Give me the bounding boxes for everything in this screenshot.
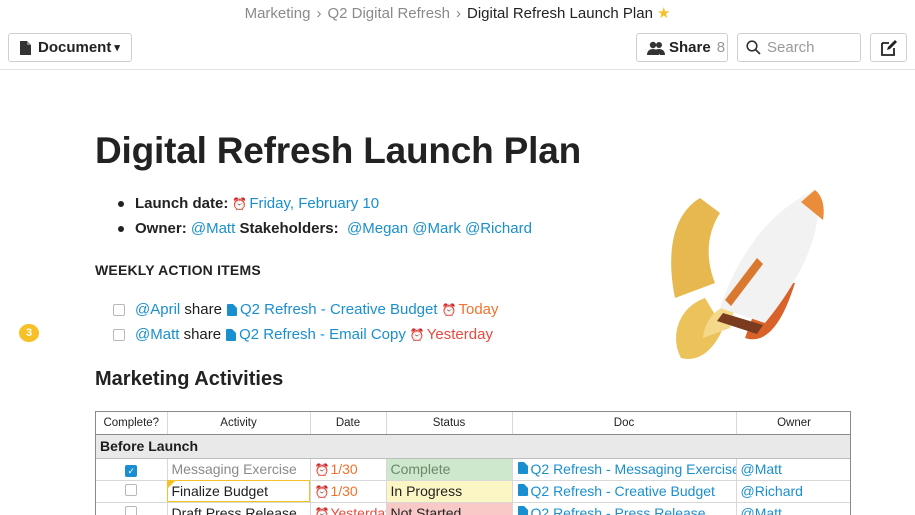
column-header-complete[interactable]: Complete?: [96, 412, 168, 435]
breadcrumb-marketing[interactable]: Marketing: [245, 5, 311, 22]
breadcrumb-q2-digital-refresh[interactable]: Q2 Digital Refresh: [327, 5, 450, 22]
task-checkbox[interactable]: [113, 328, 125, 341]
doc-cell[interactable]: Q2 Refresh - Creative Budget: [512, 480, 737, 503]
launch-date-label: Launch date: [135, 195, 224, 212]
rocket-illustration: [671, 190, 824, 359]
table-header-row: Complete? Activity Date Status Doc Owner: [96, 412, 850, 435]
document-icon: [226, 303, 237, 316]
document-menu-label: Document: [38, 39, 112, 56]
checkbox-unchecked-icon[interactable]: [125, 484, 138, 496]
stakeholder-mention[interactable]: @Richard: [465, 220, 532, 237]
stakeholder-mention[interactable]: @Mark: [412, 220, 461, 237]
share-count: 8: [716, 39, 726, 56]
checkbox-unchecked-icon[interactable]: [125, 506, 138, 515]
marketing-activities-heading: Marketing Activities: [95, 368, 284, 390]
doc-cell[interactable]: Q2 Refresh - Messaging Exercise: [512, 458, 737, 481]
table-row: Finalize Budget ⏰1/30 In Progress Q2 Ref…: [96, 480, 850, 503]
breadcrumb-separator-icon: ›: [316, 5, 322, 22]
toolbar-divider: [0, 69, 915, 70]
alarm-clock-icon: ⏰: [314, 507, 330, 515]
task-mention[interactable]: @Matt: [135, 326, 179, 343]
weekly-action-items-heading: WEEKLY ACTION ITEMS: [95, 262, 261, 278]
document-icon: [517, 506, 528, 515]
alarm-clock-icon: ⏰: [314, 463, 330, 477]
column-header-activity[interactable]: Activity: [167, 412, 311, 435]
stakeholder-mention[interactable]: @Megan: [347, 220, 408, 237]
doc-cell[interactable]: Q2 Refresh - Press Release: [512, 502, 737, 515]
status-cell[interactable]: Not Started: [386, 502, 513, 515]
task-due-date[interactable]: Yesterday: [427, 326, 493, 343]
date-cell[interactable]: ⏰1/30: [310, 480, 387, 503]
status-cell[interactable]: Complete: [386, 458, 513, 481]
date-cell[interactable]: ⏰Yesterday: [310, 502, 387, 515]
owner-cell[interactable]: @Matt: [736, 502, 850, 515]
edit-button[interactable]: [870, 33, 907, 62]
star-icon[interactable]: ★: [657, 5, 670, 22]
alarm-clock-icon: ⏰: [232, 196, 248, 211]
alarm-clock-icon: ⏰: [441, 302, 457, 317]
table-group-row: Before Launch: [96, 434, 850, 459]
group-label: Before Launch: [96, 434, 850, 459]
complete-cell[interactable]: [96, 502, 168, 515]
search-icon: [746, 40, 761, 55]
chevron-down-icon: ▾: [114, 42, 120, 54]
bullet-icon: [118, 200, 124, 207]
column-header-status[interactable]: Status: [386, 412, 513, 435]
complete-cell[interactable]: ✓: [96, 458, 168, 481]
breadcrumb: Marketing › Q2 Digital Refresh › Digital Ref…: [0, 4, 915, 22]
document-icon: [226, 328, 237, 341]
people-icon: [647, 41, 665, 55]
document-icon: [517, 462, 528, 474]
activities-table: Complete? Activity Date Status Doc Owner…: [95, 411, 851, 515]
date-cell[interactable]: ⏰1/30: [310, 458, 387, 481]
share-button[interactable]: Share 8: [636, 33, 728, 62]
task-doc-link[interactable]: Q2 Refresh - Email Copy: [239, 326, 406, 343]
status-cell[interactable]: In Progress: [386, 480, 513, 503]
document-menu-button[interactable]: Document ▾: [8, 33, 132, 62]
breadcrumb-separator-icon: ›: [456, 5, 461, 22]
stakeholders-label: Stakeholders: [239, 220, 334, 237]
task-verb: share: [183, 326, 222, 343]
comment-count-badge[interactable]: 3: [19, 324, 39, 342]
activity-cell[interactable]: Draft Press Release: [167, 502, 311, 515]
search-box[interactable]: [737, 33, 861, 62]
activity-cell[interactable]: Finalize Budget: [167, 480, 311, 503]
table-row: ✓ Messaging Exercise ⏰1/30 Complete Q2 R…: [96, 458, 850, 481]
task-list: @April share Q2 Refresh - Creative Budge…: [113, 297, 499, 347]
document-icon: [20, 40, 31, 55]
breadcrumb-current: Digital Refresh Launch Plan: [467, 5, 653, 22]
table-row: Draft Press Release ⏰Yesterday Not Start…: [96, 502, 850, 515]
document-icon: [517, 484, 528, 496]
bullet-icon: [118, 225, 124, 232]
column-header-date[interactable]: Date: [310, 412, 387, 435]
task-item: @Matt share Q2 Refresh - Email Copy ⏰ Ye…: [113, 322, 499, 347]
page-title: Digital Refresh Launch Plan: [95, 130, 581, 171]
task-item: @April share Q2 Refresh - Creative Budge…: [113, 297, 499, 322]
share-label: Share: [669, 39, 711, 56]
task-due-date[interactable]: Today: [458, 301, 498, 318]
task-verb: share: [184, 301, 222, 318]
activity-cell[interactable]: Messaging Exercise: [167, 458, 311, 481]
launch-date-item: Launch date: ⏰ Friday, February 10: [118, 191, 532, 216]
task-doc-link[interactable]: Q2 Refresh - Creative Budget: [240, 301, 438, 318]
edit-icon: [880, 39, 897, 56]
owner-label: Owner: [135, 220, 182, 237]
complete-cell[interactable]: [96, 480, 168, 503]
owner-item: Owner: @Matt Stakeholders: @Megan @Mark …: [118, 216, 532, 241]
checkbox-checked-icon[interactable]: ✓: [125, 465, 138, 477]
column-header-doc[interactable]: Doc: [512, 412, 737, 435]
owner-mention[interactable]: @Matt: [191, 220, 235, 237]
task-mention[interactable]: @April: [135, 301, 180, 318]
summary-list: Launch date: ⏰ Friday, February 10 Owner…: [118, 191, 532, 241]
alarm-clock-icon: ⏰: [314, 485, 330, 499]
alarm-clock-icon: ⏰: [409, 327, 425, 342]
task-checkbox[interactable]: [113, 303, 125, 316]
owner-cell[interactable]: @Richard: [736, 480, 850, 503]
launch-date-value[interactable]: Friday, February 10: [249, 195, 379, 212]
search-input[interactable]: [767, 39, 853, 56]
column-header-owner[interactable]: Owner: [736, 412, 850, 435]
owner-cell[interactable]: @Matt: [736, 458, 850, 481]
